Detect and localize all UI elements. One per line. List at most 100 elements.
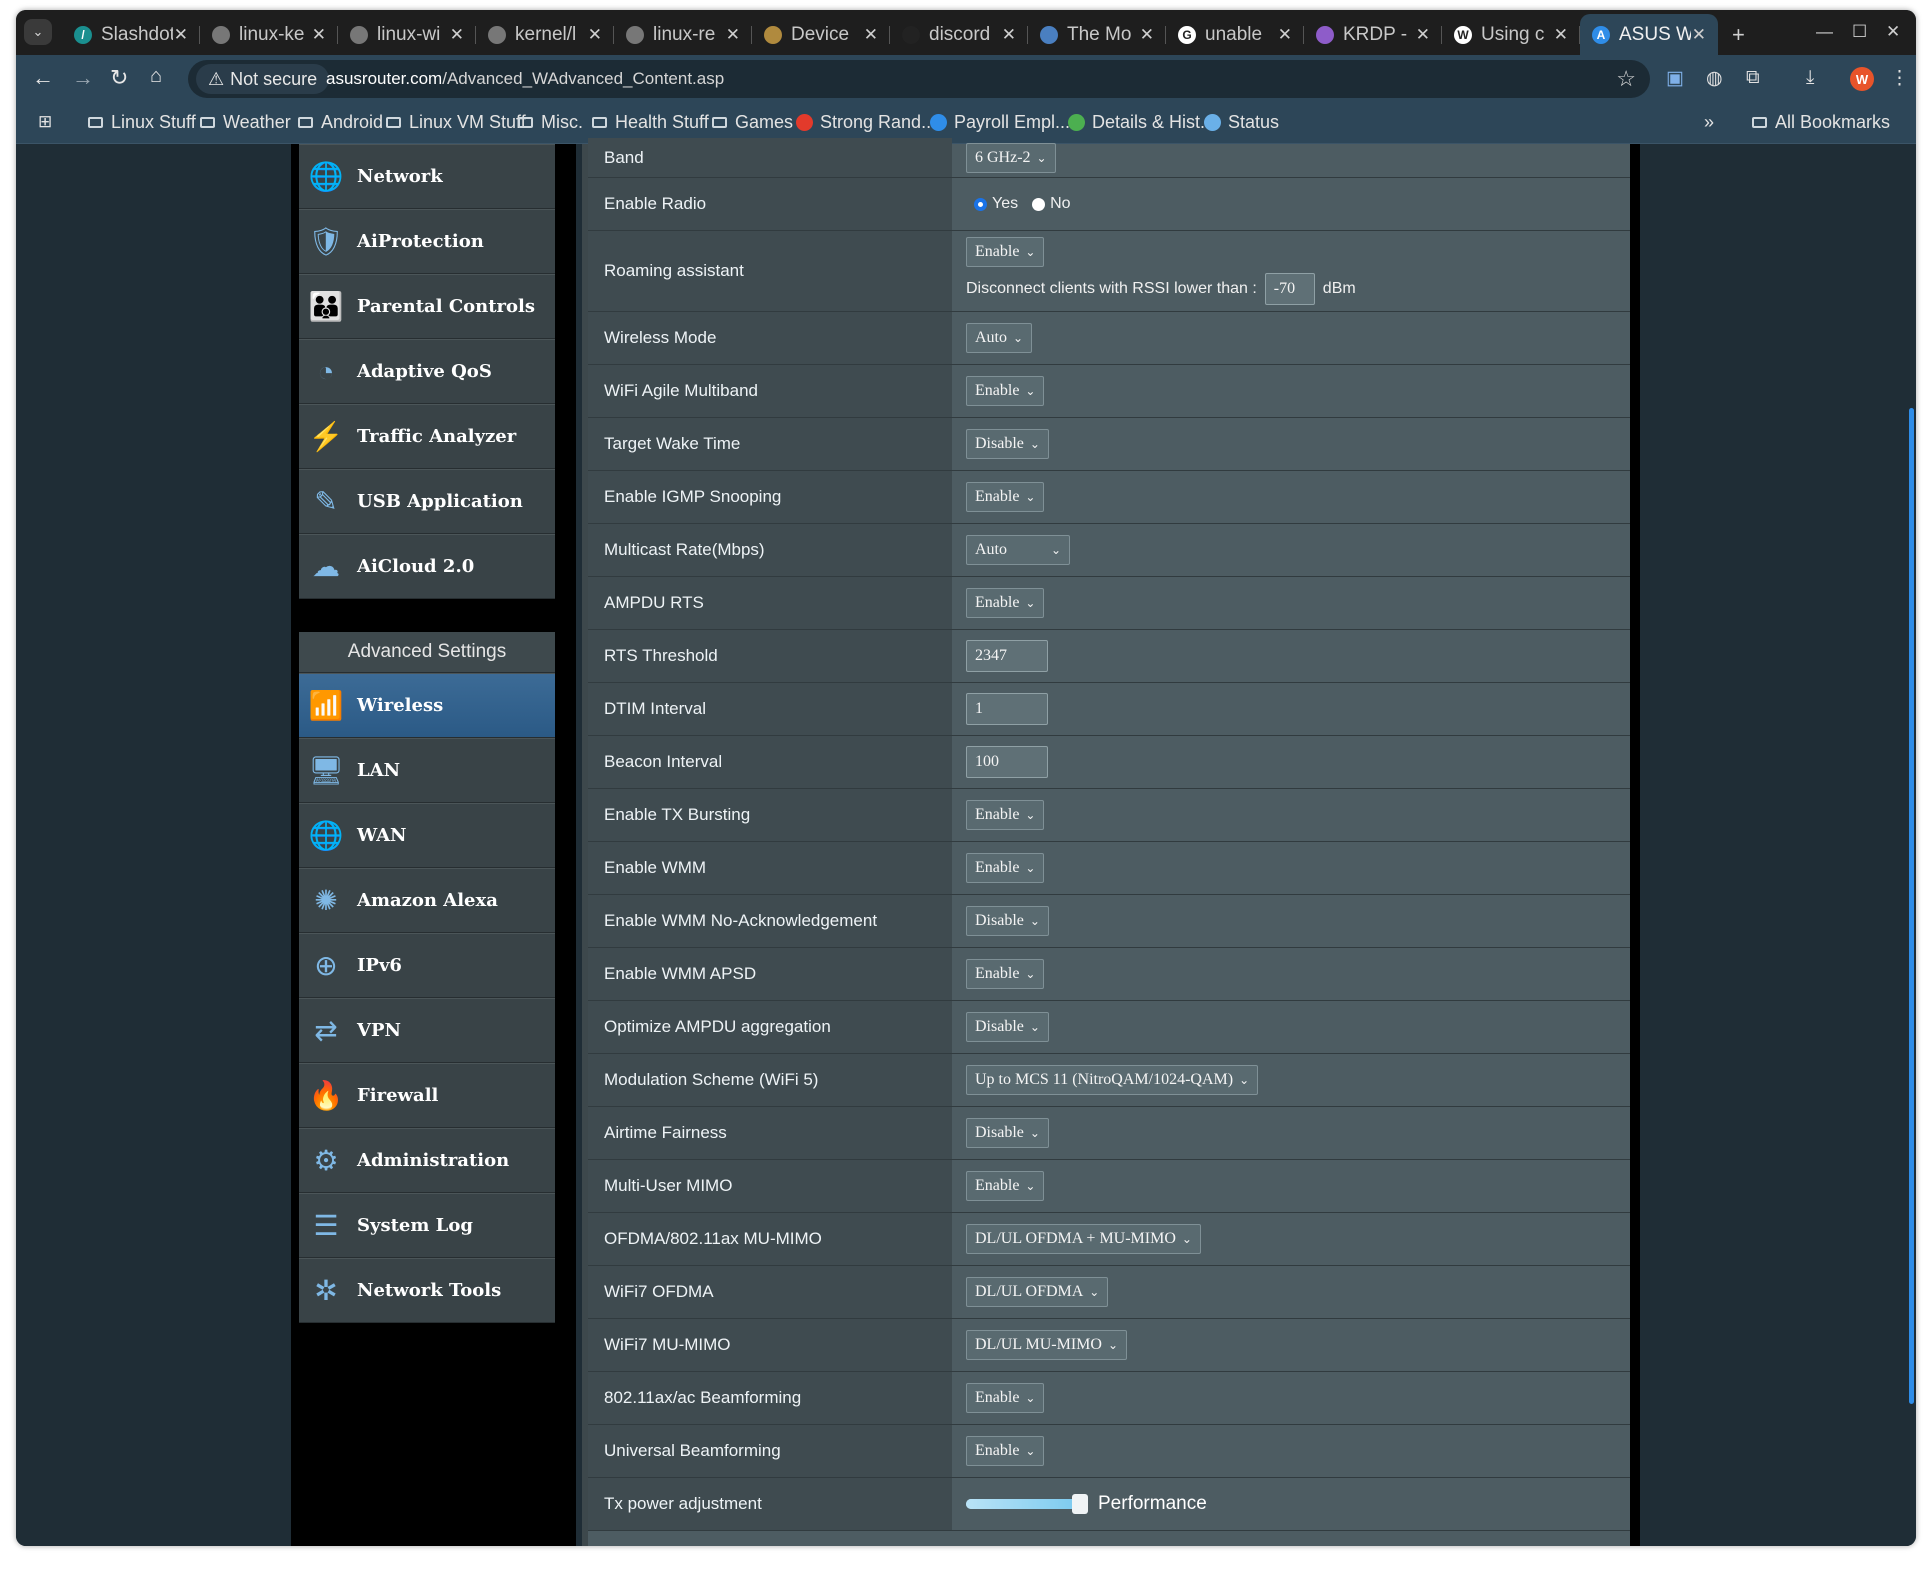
- sidebar-item-system-log[interactable]: ☰ System Log: [299, 1193, 555, 1258]
- setting-select[interactable]: Enable ⌄: [966, 959, 1045, 989]
- address-bar[interactable]: ⚠ Not secure asusrouter.com/Advanced_WAd…: [188, 60, 1650, 98]
- bookmark-item[interactable]: Status: [1204, 112, 1279, 133]
- bookmark-item[interactable]: Weather: [200, 112, 291, 133]
- reload-icon[interactable]: ↻: [110, 65, 128, 91]
- bookmark-item[interactable]: Details & Hist...: [1068, 112, 1215, 133]
- sidebar-item-adaptive-qos[interactable]: ◔ Adaptive QoS: [299, 339, 555, 404]
- browser-tab[interactable]: discord ✕: [890, 14, 1028, 55]
- sidebar-item-vpn[interactable]: ⇄ VPN: [299, 998, 555, 1063]
- tab-close-icon[interactable]: ✕: [1002, 25, 1016, 45]
- apps-grid-icon[interactable]: ⊞: [38, 112, 52, 132]
- rssi-input[interactable]: -70: [1264, 273, 1315, 305]
- setting-select[interactable]: DL/UL MU-MIMO ⌄: [966, 1330, 1128, 1360]
- sidebar-item-wireless[interactable]: 📶 Wireless: [299, 673, 555, 738]
- setting-select[interactable]: DL/UL OFDMA ⌄: [966, 1277, 1109, 1307]
- roaming-select[interactable]: Enable ⌄: [966, 237, 1045, 267]
- download-icon[interactable]: ⤓: [1806, 67, 1814, 89]
- new-tab-button[interactable]: +: [1732, 22, 1745, 48]
- profile-avatar[interactable]: W: [1850, 67, 1874, 91]
- extension-icon[interactable]: ◍: [1706, 67, 1723, 90]
- sidebar-item-wan[interactable]: 🌐 WAN: [299, 803, 555, 868]
- bookmark-item[interactable]: Linux VM Stuff: [386, 112, 526, 133]
- browser-tab[interactable]: kernel/l ✕: [476, 14, 614, 55]
- bookmark-star-icon[interactable]: ☆: [1616, 66, 1636, 92]
- bookmark-item[interactable]: Health Stuff: [592, 112, 709, 133]
- tab-close-icon[interactable]: ✕: [588, 25, 602, 45]
- home-icon[interactable]: ⌂: [150, 65, 162, 88]
- all-bookmarks-button[interactable]: All Bookmarks: [1752, 112, 1890, 133]
- security-chip[interactable]: ⚠ Not secure: [196, 64, 330, 94]
- browser-tab[interactable]: / Slashdot ✕: [62, 14, 200, 55]
- close-window-icon[interactable]: ✕: [1886, 22, 1900, 42]
- sidebar-item-usb-application[interactable]: ✎ USB Application: [299, 469, 555, 534]
- bookmark-item[interactable]: Android: [298, 112, 383, 133]
- browser-tab[interactable]: linux-re ✕: [614, 14, 752, 55]
- sidebar-item-lan[interactable]: 🖥 LAN: [299, 738, 555, 803]
- slider-thumb[interactable]: [1072, 1494, 1088, 1514]
- tab-close-icon[interactable]: ✕: [312, 25, 326, 45]
- tab-close-icon[interactable]: ✕: [1278, 25, 1292, 45]
- tab-close-icon[interactable]: ✕: [864, 25, 878, 45]
- radio-no[interactable]: [1032, 197, 1046, 211]
- tab-close-icon[interactable]: ✕: [1140, 25, 1154, 45]
- sidebar-item-traffic-analyzer[interactable]: ⚡ Traffic Analyzer: [299, 404, 555, 469]
- setting-select[interactable]: Disable ⌄: [966, 429, 1049, 459]
- tab-search-button[interactable]: ⌄: [24, 19, 52, 45]
- back-icon[interactable]: ←: [32, 65, 54, 91]
- browser-tab[interactable]: linux-wi ✕: [338, 14, 476, 55]
- sidebar-item-parental-controls[interactable]: 👪 Parental Controls: [299, 274, 555, 339]
- setting-select[interactable]: 6 GHz-2 ⌄: [966, 142, 1056, 173]
- tab-close-icon[interactable]: ✕: [450, 25, 464, 45]
- browser-tab[interactable]: linux-ke ✕: [200, 14, 338, 55]
- bookmark-item[interactable]: Games: [712, 112, 793, 133]
- setting-select[interactable]: Auto ⌄: [966, 323, 1033, 353]
- minimize-icon[interactable]: —: [1816, 22, 1833, 42]
- setting-select[interactable]: Enable ⌄: [966, 853, 1045, 883]
- setting-select[interactable]: Enable ⌄: [966, 376, 1045, 406]
- sidebar-item-network[interactable]: 🌐 Network: [299, 144, 555, 209]
- tab-close-icon[interactable]: ✕: [1416, 25, 1430, 45]
- translate-icon[interactable]: ▣: [1666, 67, 1684, 90]
- sidebar-item-administration[interactable]: ⚙ Administration: [299, 1128, 555, 1193]
- bookmark-item[interactable]: Payroll Empl...: [930, 112, 1070, 133]
- setting-select[interactable]: Disable ⌄: [966, 1118, 1049, 1148]
- tab-close-icon[interactable]: ✕: [1692, 25, 1706, 45]
- bookmarks-overflow-button[interactable]: »: [1704, 112, 1714, 133]
- bookmark-item[interactable]: Misc.: [518, 112, 583, 133]
- maximize-icon[interactable]: ☐: [1852, 22, 1867, 42]
- sidebar-item-firewall[interactable]: 🔥 Firewall: [299, 1063, 555, 1128]
- bookmark-item[interactable]: Strong Rand...: [796, 112, 936, 133]
- browser-tab[interactable]: A ASUS W ✕: [1580, 14, 1718, 55]
- setting-select[interactable]: Enable ⌄: [966, 800, 1045, 830]
- tab-close-icon[interactable]: ✕: [726, 25, 740, 45]
- setting-select[interactable]: Enable ⌄: [966, 1436, 1045, 1466]
- menu-kebab-icon[interactable]: ⋮: [1890, 67, 1909, 90]
- setting-select[interactable]: Disable ⌄: [966, 906, 1049, 936]
- tab-close-icon[interactable]: ✕: [174, 25, 188, 45]
- sidebar-item-ipv6[interactable]: ⊕ IPv6: [299, 933, 555, 998]
- setting-select[interactable]: Up to MCS 11 (NitroQAM/1024-QAM) ⌄: [966, 1065, 1259, 1095]
- tab-close-icon[interactable]: ✕: [1554, 25, 1568, 45]
- browser-tab[interactable]: The Mo ✕: [1028, 14, 1166, 55]
- browser-tab[interactable]: Device ✕: [752, 14, 890, 55]
- setting-input[interactable]: 100: [966, 746, 1048, 778]
- setting-select[interactable]: Enable ⌄: [966, 1383, 1045, 1413]
- setting-input[interactable]: 2347: [966, 640, 1048, 672]
- setting-input[interactable]: 1: [966, 693, 1048, 725]
- sidebar-item-network-tools[interactable]: ✲ Network Tools: [299, 1258, 555, 1323]
- sidebar-item-aicloud-2-0[interactable]: ☁ AiCloud 2.0: [299, 534, 555, 599]
- setting-select[interactable]: Enable ⌄: [966, 482, 1045, 512]
- setting-select[interactable]: DL/UL OFDMA + MU-MIMO ⌄: [966, 1224, 1201, 1254]
- setting-select[interactable]: Enable ⌄: [966, 588, 1045, 618]
- browser-tab[interactable]: KRDP - ✕: [1304, 14, 1442, 55]
- radio-yes[interactable]: [974, 197, 987, 211]
- browser-tab[interactable]: W Using c ✕: [1442, 14, 1580, 55]
- sidebar-item-aiprotection[interactable]: 🛡 AiProtection: [299, 209, 555, 274]
- sidebar-item-amazon-alexa[interactable]: ✺ Amazon Alexa: [299, 868, 555, 933]
- setting-select[interactable]: Auto ⌄: [966, 535, 1070, 565]
- setting-select[interactable]: Enable ⌄: [966, 1171, 1045, 1201]
- forward-icon[interactable]: →: [72, 65, 94, 91]
- tx-power-slider[interactable]: [966, 1494, 1088, 1514]
- scrollbar-thumb[interactable]: [1909, 408, 1914, 1404]
- bookmark-item[interactable]: Linux Stuff: [88, 112, 196, 133]
